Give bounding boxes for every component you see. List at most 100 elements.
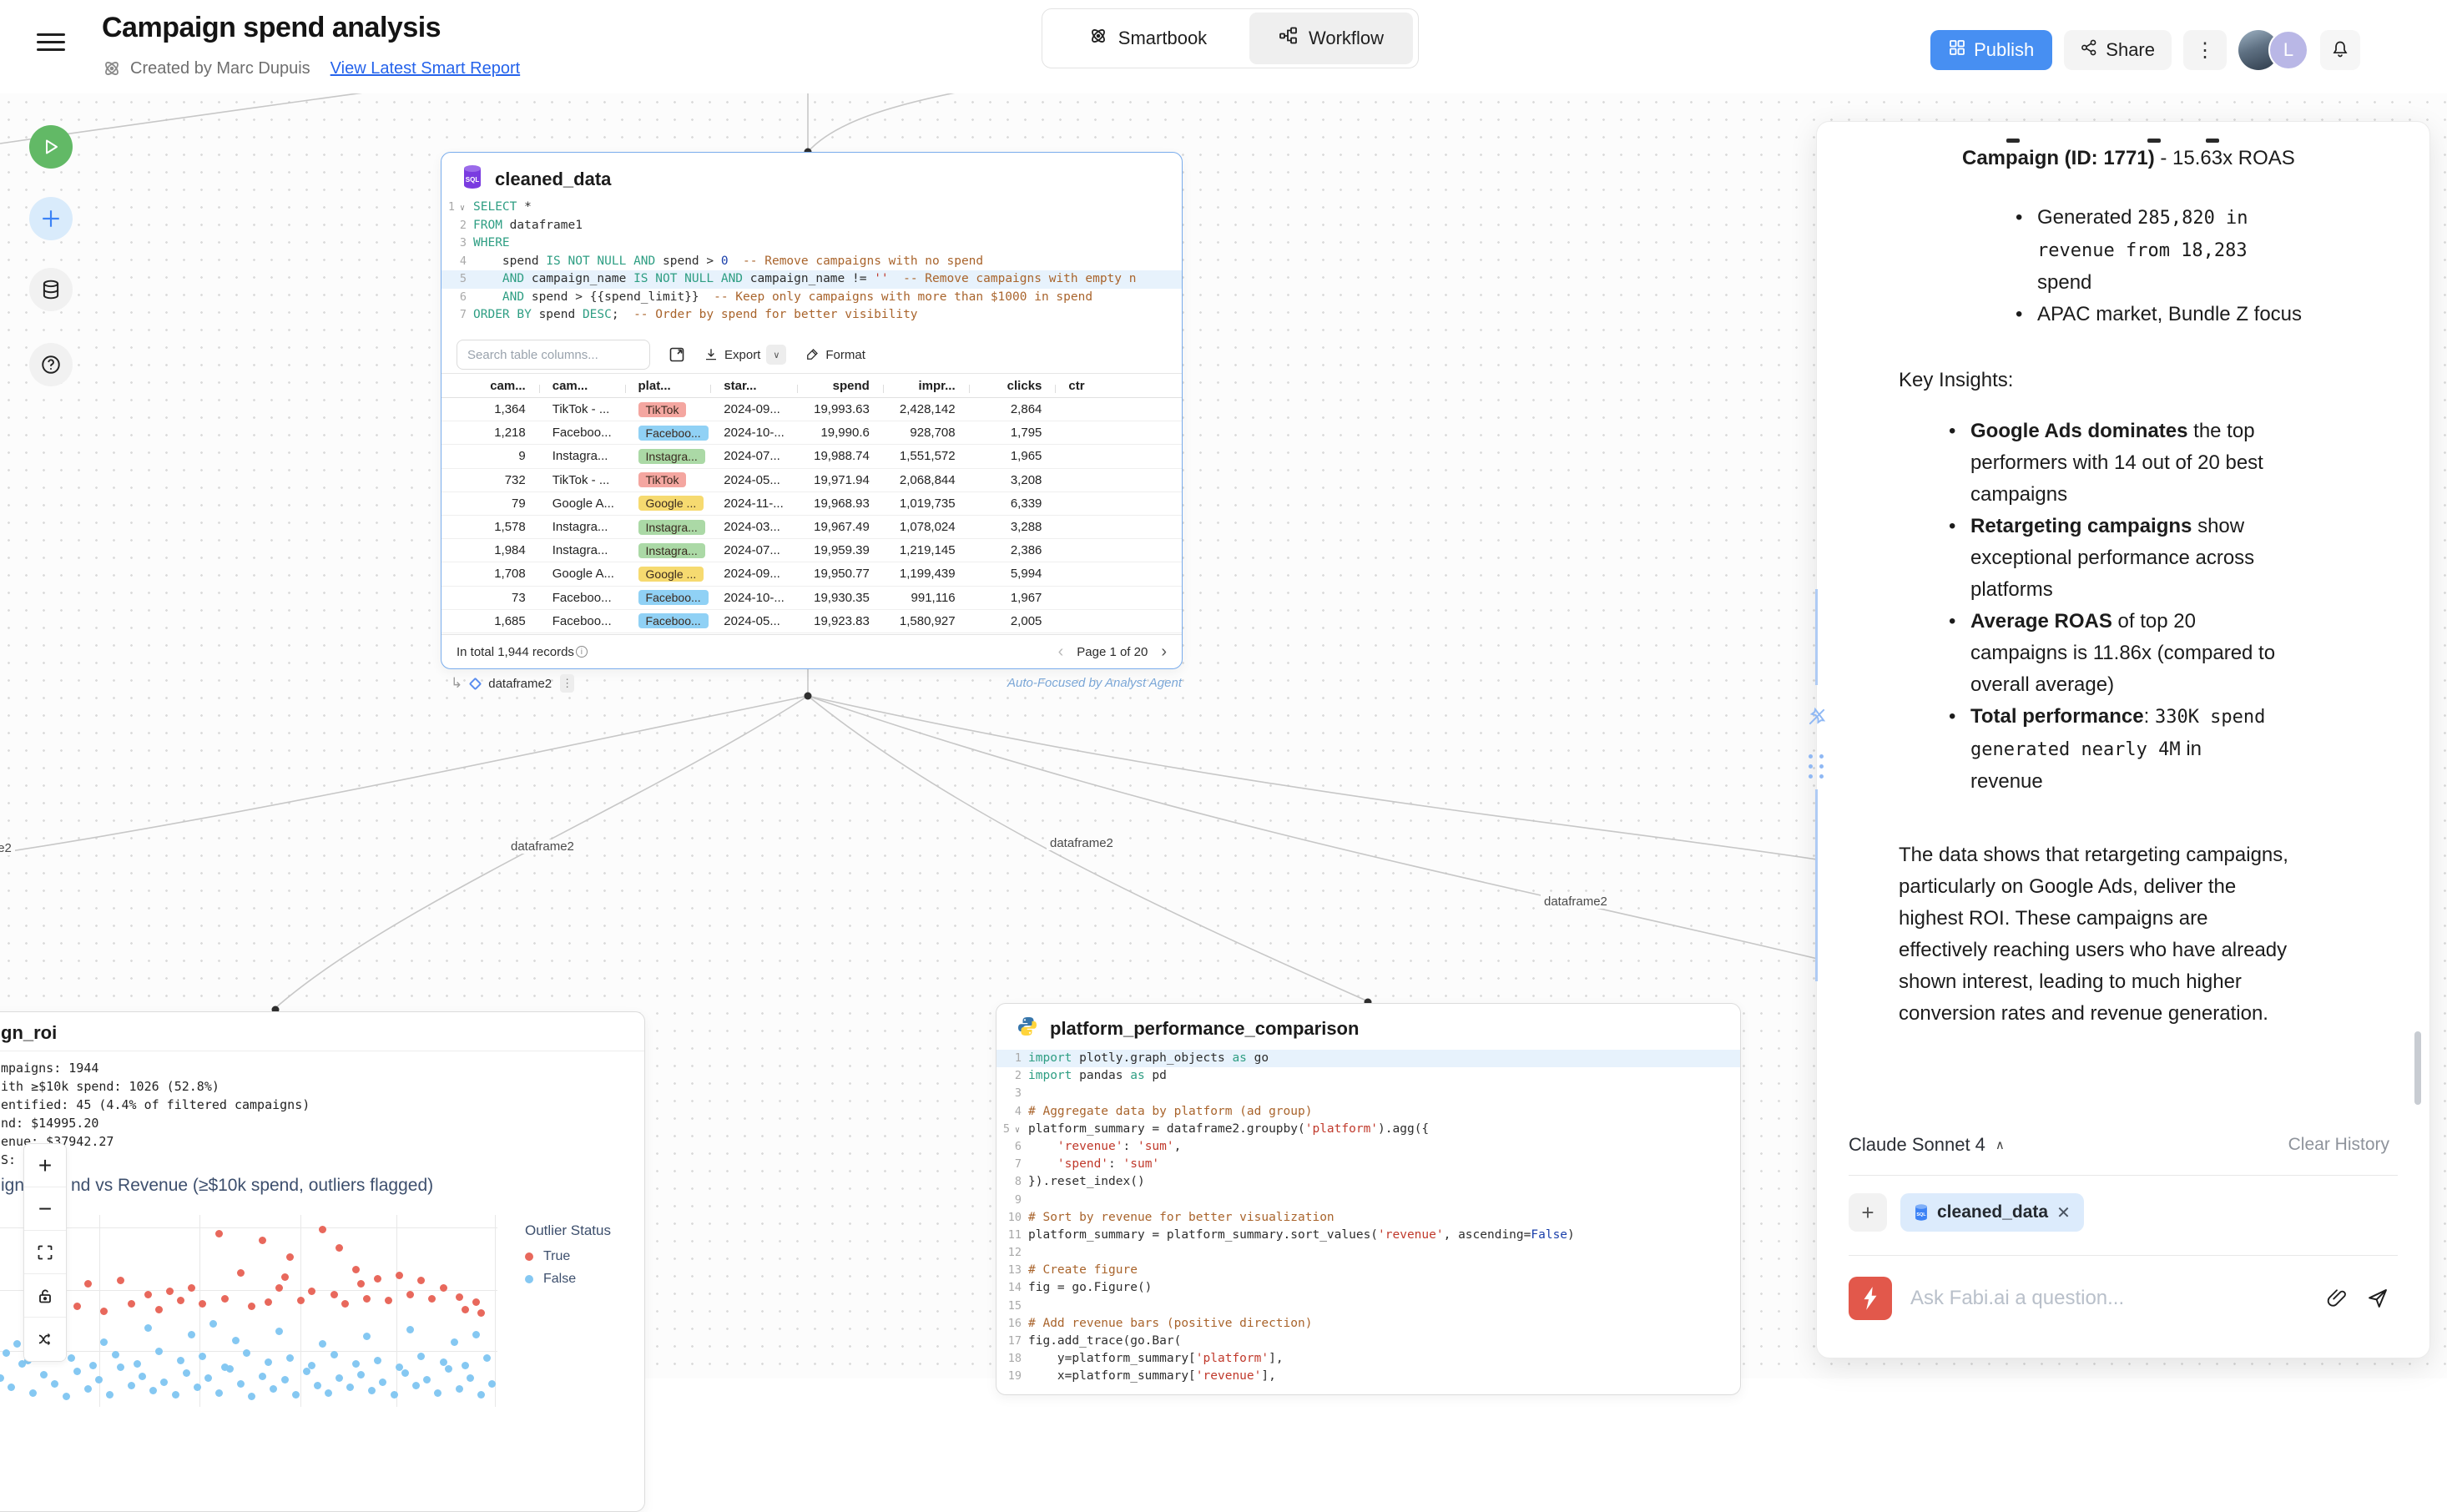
column-header[interactable]: ctr — [1055, 379, 1182, 393]
code-line[interactable]: 5 ∨platform_summary = dataframe2.groupby… — [996, 1121, 1740, 1138]
code-line[interactable]: 3 — [996, 1085, 1740, 1102]
code-line[interactable]: 19 x=platform_summary['revenue'], — [996, 1368, 1740, 1385]
column-header[interactable]: cam... — [441, 379, 539, 393]
code-line[interactable]: 1import plotly.graph_objects as go — [996, 1050, 1740, 1067]
output-options-button[interactable]: ⋮ — [560, 674, 574, 693]
table-cell: 2,005 — [969, 614, 1056, 628]
lock-canvas-button[interactable] — [24, 1274, 66, 1318]
scatter-point-false — [183, 1369, 190, 1377]
clear-history-button[interactable]: Clear History — [2288, 1135, 2389, 1155]
node-campaign-roi[interactable]: gn_roi mpaigns: 1944 ith ≥$10k spend: 10… — [0, 1011, 645, 1512]
output-dataframe-label[interactable]: dataframe2 — [488, 677, 552, 691]
table-cell: Google A... — [539, 496, 625, 511]
search-table-columns-input[interactable] — [457, 340, 650, 370]
table-cell: 19,923.83 — [797, 614, 883, 628]
node-platform-performance-comparison[interactable]: platform_performance_comparison 1import … — [996, 1003, 1741, 1395]
table-row[interactable]: 1,685Faceboo...Faceboo...2024-05...19,92… — [441, 610, 1182, 633]
legend-item-false[interactable]: False — [525, 1272, 611, 1287]
code-line[interactable]: 13# Create figure — [996, 1262, 1740, 1279]
code-line[interactable]: 10# Sort by revenue for better visualiza… — [996, 1209, 1740, 1227]
table-row[interactable]: 1,218Faceboo...Faceboo...2024-10-...19,9… — [441, 421, 1182, 445]
code-line[interactable]: 3WHERE — [441, 234, 1182, 253]
table-cell: 1,578 — [441, 520, 539, 534]
share-button[interactable]: Share — [2064, 30, 2172, 70]
fit-view-button[interactable] — [24, 1231, 66, 1274]
code-line[interactable]: 4 spend IS NOT NULL AND spend > 0 -- Rem… — [441, 253, 1182, 271]
code-line[interactable]: 5 AND campaign_name IS NOT NULL AND camp… — [441, 270, 1182, 289]
code-line[interactable]: 8}).reset_index() — [996, 1173, 1740, 1191]
notifications-button[interactable] — [2320, 30, 2360, 70]
attach-file-button[interactable] — [2326, 1288, 2348, 1309]
legend-dot-true — [525, 1252, 533, 1261]
send-button[interactable] — [2366, 1287, 2389, 1310]
shuffle-layout-button[interactable] — [24, 1318, 66, 1361]
view-latest-smart-report-link[interactable]: View Latest Smart Report — [330, 59, 521, 78]
table-row[interactable]: 1,578Instagra...Instagra...2024-03...19,… — [441, 516, 1182, 539]
code-line[interactable]: 6 'revenue': 'sum', — [996, 1138, 1740, 1156]
code-line[interactable]: 12 — [996, 1244, 1740, 1262]
remove-context-icon[interactable]: ✕ — [2056, 1202, 2071, 1223]
export-button[interactable]: Export ∨ — [704, 345, 786, 365]
publish-button[interactable]: Publish — [1930, 30, 2052, 70]
context-chip-cleaned-data[interactable]: SQL cleaned_data ✕ — [1900, 1193, 2084, 1232]
column-header[interactable]: clicks — [969, 379, 1056, 393]
legend-item-true[interactable]: True — [525, 1249, 611, 1264]
scatter-point-false — [472, 1331, 480, 1338]
avatar-initial[interactable]: L — [2268, 30, 2308, 70]
code-line[interactable]: 15 — [996, 1298, 1740, 1315]
tab-workflow[interactable]: Workflow — [1249, 13, 1413, 64]
expand-table-button[interactable] — [669, 346, 685, 363]
scatter-point-true — [406, 1291, 414, 1298]
model-selector[interactable]: Claude Sonnet 4 ∧ — [1849, 1134, 2005, 1156]
column-header[interactable]: spend — [797, 379, 883, 393]
ask-question-input[interactable] — [1910, 1287, 2308, 1310]
table-cell: 3,288 — [969, 520, 1056, 534]
table-row[interactable]: 1,984Instagra...Instagra...2024-07...19,… — [441, 539, 1182, 562]
code-line[interactable]: 1 ∨SELECT * — [441, 199, 1182, 217]
code-line[interactable]: 17fig.add_trace(go.Bar( — [996, 1333, 1740, 1350]
data-sources-button[interactable] — [29, 268, 73, 311]
column-header[interactable]: plat... — [625, 379, 711, 393]
column-header[interactable]: impr... — [883, 379, 969, 393]
help-button[interactable] — [29, 343, 73, 386]
code-line[interactable]: 2import pandas as pd — [996, 1067, 1740, 1085]
code-line[interactable]: 16# Add revenue bars (positive direction… — [996, 1315, 1740, 1333]
zoom-out-button[interactable]: − — [24, 1187, 66, 1231]
prev-page-button[interactable]: ‹ — [1058, 643, 1064, 662]
column-header[interactable]: cam... — [539, 379, 625, 393]
zoom-in-button[interactable]: + — [24, 1144, 66, 1187]
code-line[interactable]: 18 y=platform_summary['platform'], — [996, 1350, 1740, 1368]
code-line[interactable]: 6 AND spend > {{spend_limit}} -- Keep on… — [441, 289, 1182, 307]
code-line[interactable]: 7ORDER BY spend DESC; -- Order by spend … — [441, 306, 1182, 325]
panel-scrollbar[interactable] — [2414, 1031, 2421, 1105]
code-line[interactable]: 11platform_summary = platform_summary.so… — [996, 1227, 1740, 1244]
code-line[interactable]: 2FROM dataframe1 — [441, 217, 1182, 235]
menu-icon[interactable] — [37, 33, 65, 55]
code-line[interactable]: 14fig = go.Figure() — [996, 1279, 1740, 1297]
code-line[interactable]: 7 'spend': 'sum' — [996, 1156, 1740, 1173]
table-row[interactable]: 79Google A...Google ...2024-11-...19,968… — [441, 492, 1182, 516]
table-row[interactable]: 1,708Google A...Google ...2024-09...19,9… — [441, 562, 1182, 586]
table-cell: 1,019,735 — [883, 496, 969, 511]
run-workflow-button[interactable] — [29, 125, 73, 169]
scatter-point-false — [259, 1373, 266, 1380]
table-row[interactable]: 732TikTok - ...TikTok2024-05...19,971.94… — [441, 469, 1182, 492]
table-row[interactable]: 73Faceboo...Faceboo...2024-10-...19,930.… — [441, 587, 1182, 610]
code-line[interactable]: 9 — [996, 1192, 1740, 1209]
add-node-button[interactable] — [29, 197, 73, 240]
format-button[interactable]: Format — [805, 347, 865, 362]
more-options-button[interactable]: ⋮ — [2183, 30, 2227, 70]
tab-workflow-label: Workflow — [1309, 28, 1384, 49]
tab-smartbook[interactable]: Smartbook — [1046, 13, 1249, 64]
code-line[interactable]: 4# Aggregate data by platform (ad group) — [996, 1103, 1740, 1121]
table-row[interactable]: 9Instagra...Instagra...2024-07...19,988.… — [441, 445, 1182, 468]
node-cleaned-data[interactable]: SQL cleaned_data 1 ∨SELECT *2FROM datafr… — [441, 152, 1183, 669]
python-code-editor[interactable]: 1import plotly.graph_objects as go2impor… — [996, 1050, 1740, 1386]
table-row[interactable]: 1,364TikTok - ...TikTok2024-09...19,993.… — [441, 398, 1182, 421]
export-chevron[interactable]: ∨ — [766, 345, 786, 365]
add-context-button[interactable]: + — [1849, 1193, 1887, 1232]
next-page-button[interactable]: › — [1161, 643, 1167, 662]
table-cell: 19,993.63 — [797, 402, 883, 416]
sql-code-editor[interactable]: 1 ∨SELECT *2FROM dataframe13WHERE4 spend… — [441, 199, 1182, 325]
column-header[interactable]: star... — [710, 379, 797, 393]
